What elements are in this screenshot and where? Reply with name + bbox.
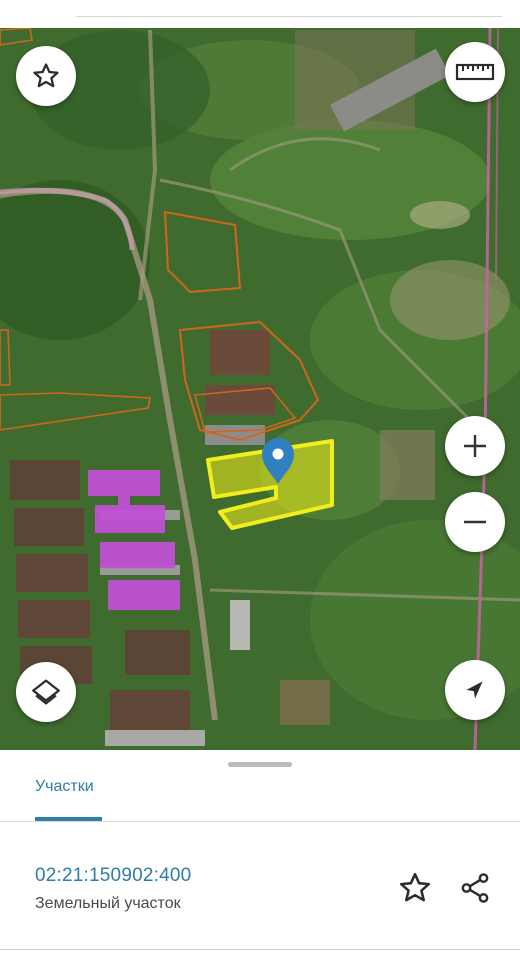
parcel-type-label: Земельный участок (35, 895, 181, 912)
share-button[interactable] (453, 866, 497, 910)
map-imagery (0, 0, 520, 750)
ruler-button[interactable] (445, 42, 505, 102)
star-icon (399, 872, 431, 902)
sheet-drag-handle[interactable] (228, 762, 292, 767)
zoom-in-button[interactable] (445, 416, 505, 476)
layers-button[interactable] (16, 662, 76, 722)
layers-icon (32, 679, 60, 705)
bottom-sheet: Участки 02:21:150902:400 Земельный участ… (0, 750, 520, 960)
favorite-map-button[interactable] (16, 46, 76, 106)
search-bar-remnant (0, 0, 520, 28)
sheet-bottom-divider (0, 949, 520, 950)
parcel-cadastral-number[interactable]: 02:21:150902:400 (35, 865, 191, 887)
star-icon (33, 63, 59, 88)
share-icon (461, 873, 489, 903)
tab-parcels[interactable]: Участки (35, 778, 94, 796)
tab-divider (0, 821, 520, 822)
navigation-arrow-icon (466, 681, 483, 699)
plus-icon (464, 435, 486, 457)
zoom-out-button[interactable] (445, 492, 505, 552)
favorite-parcel-button[interactable] (393, 866, 437, 910)
satellite-map[interactable] (0, 0, 520, 750)
ruler-icon (455, 63, 495, 81)
minus-icon (464, 520, 486, 524)
my-location-button[interactable] (445, 660, 505, 720)
